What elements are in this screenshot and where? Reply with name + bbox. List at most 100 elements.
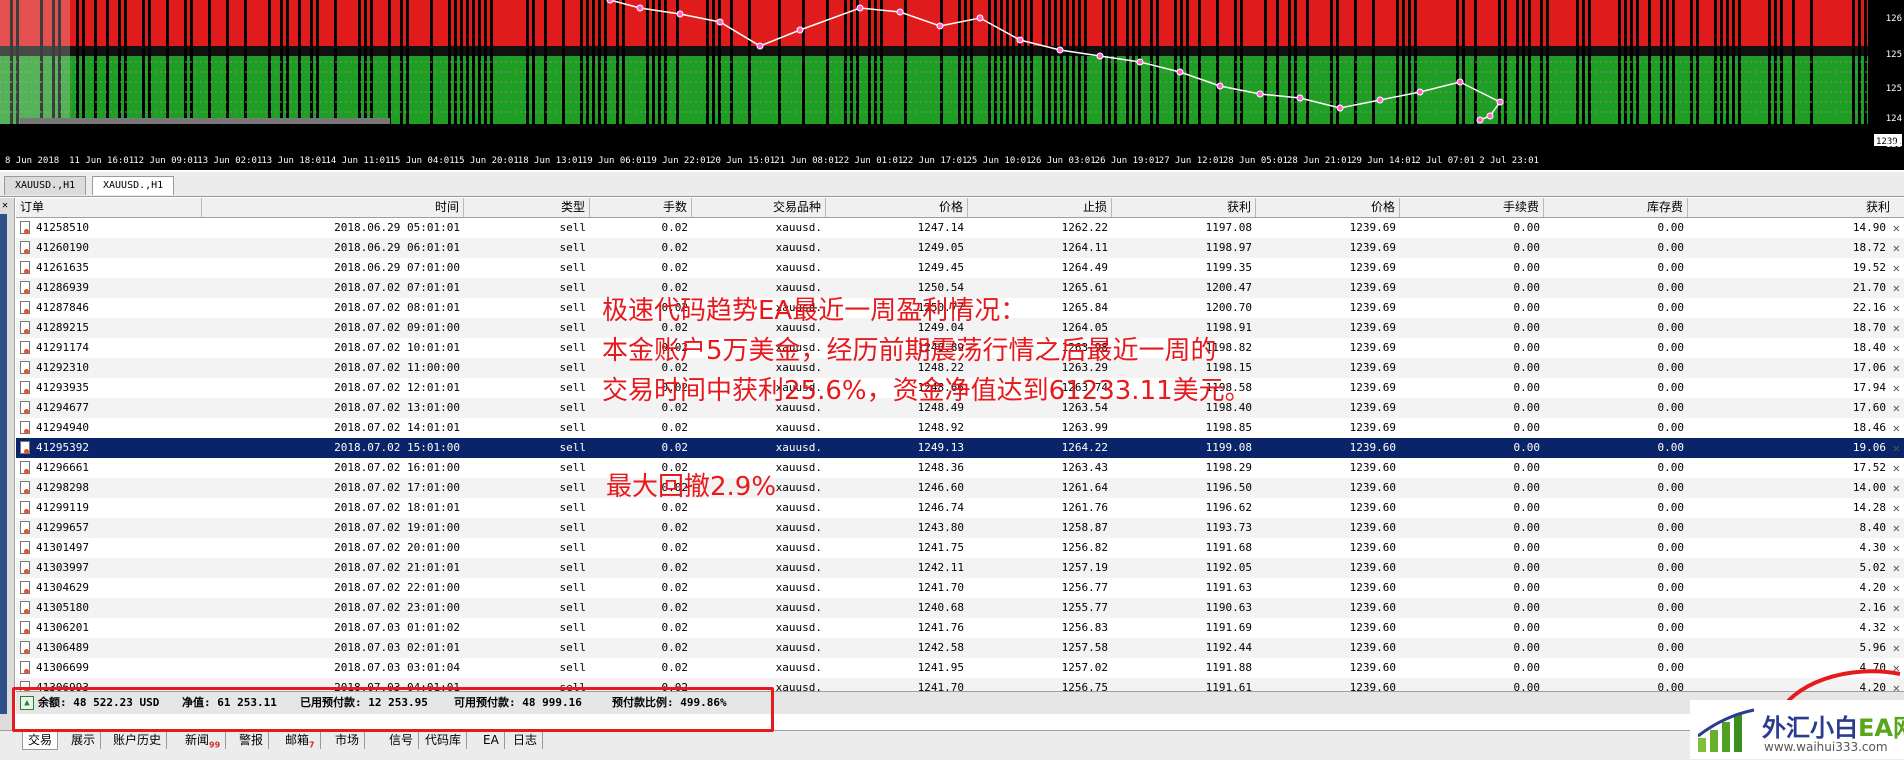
- close-order-icon[interactable]: ✕: [1893, 498, 1900, 518]
- close-order-icon[interactable]: ✕: [1893, 298, 1900, 318]
- close-order-icon[interactable]: ✕: [1893, 618, 1900, 638]
- time-label: 15 Jun 04:01: [389, 156, 455, 166]
- cell-symbol: xauusd.: [775, 581, 822, 594]
- tab-3[interactable]: 账户历史: [108, 731, 168, 749]
- table-row[interactable]: 41298298 2018.07.02 17:01:00 sell 0.02 xauus…: [16, 478, 1904, 498]
- price-label: 126: [1885, 14, 1902, 24]
- close-order-icon[interactable]: ✕: [1893, 598, 1900, 618]
- close-order-icon[interactable]: ✕: [1893, 378, 1900, 398]
- tab-2[interactable]: 展示: [66, 731, 102, 749]
- tab-4[interactable]: 新闻99: [180, 731, 227, 750]
- close-order-icon[interactable]: ✕: [1893, 318, 1900, 338]
- close-order-icon[interactable]: ✕: [1893, 238, 1900, 258]
- time-label: 21 Jun 08:01: [774, 156, 840, 166]
- price-chart[interactable]: 1239.6 126 125 125 124 123 8 Jun 2018 11 Jun …: [0, 0, 1904, 170]
- tab-11[interactable]: 日志: [508, 731, 544, 749]
- table-row[interactable]: 41304629 2018.07.02 22:01:00 sell 0.02 xauus…: [16, 578, 1904, 598]
- cell-cur-price: 1239.69: [1349, 381, 1396, 394]
- terminal-side-stripe: [0, 214, 7, 714]
- cell-swap: 0.00: [1657, 281, 1685, 294]
- cell-cur-price: 1239.69: [1349, 401, 1396, 414]
- cell-symbol: xauusd.: [775, 521, 822, 534]
- time-label: 2 Jul 07:01: [1415, 156, 1475, 166]
- close-order-icon[interactable]: ✕: [1893, 358, 1900, 378]
- col-order[interactable]: 订单: [16, 198, 202, 217]
- cell-sl: 1255.77: [1061, 601, 1108, 614]
- table-row[interactable]: 41303997 2018.07.02 21:01:01 sell 0.02 xauus…: [16, 558, 1904, 578]
- table-row[interactable]: 41258510 2018.06.29 05:01:01 sell 0.02 xauus…: [16, 218, 1904, 238]
- table-row[interactable]: 41305180 2018.07.02 23:01:00 sell 0.02 xauus…: [16, 598, 1904, 618]
- stripe: [532, 0, 535, 124]
- col-commission[interactable]: 手续费: [1400, 198, 1544, 217]
- close-order-icon[interactable]: ✕: [1893, 338, 1900, 358]
- trade-marker: [1096, 52, 1104, 60]
- tab-badge: 99: [209, 740, 221, 750]
- stripe: [1462, 0, 1465, 124]
- stripe: [1102, 0, 1105, 124]
- table-row[interactable]: 41306699 2018.07.03 03:01:04 sell 0.02 xauus…: [16, 658, 1904, 678]
- cell-profit: 8.40: [1859, 521, 1887, 534]
- tab-1[interactable]: 交易: [22, 731, 59, 750]
- col-time[interactable]: 时间: [202, 198, 464, 217]
- tab-9[interactable]: 代码库: [420, 731, 468, 749]
- time-label: 11 Jun 16:01: [69, 156, 135, 166]
- col-cur-price[interactable]: 价格: [1256, 198, 1400, 217]
- col-tp[interactable]: 获利: [1112, 198, 1256, 217]
- cell-price: 1246.60: [917, 481, 964, 494]
- cell-type: sell: [559, 421, 587, 434]
- close-order-icon[interactable]: ✕: [1893, 418, 1900, 438]
- table-row[interactable]: 41296661 2018.07.02 16:01:00 sell 0.02 xauus…: [16, 458, 1904, 478]
- cell-profit: 18.72: [1852, 241, 1886, 254]
- time-label: 22 Jun 17:01: [902, 156, 968, 166]
- table-row[interactable]: 41294940 2018.07.02 14:01:01 sell 0.02 xauus…: [16, 418, 1904, 438]
- tab-5[interactable]: 警报: [234, 731, 270, 749]
- close-icon[interactable]: ✕: [2, 200, 8, 211]
- close-order-icon[interactable]: ✕: [1893, 518, 1900, 538]
- close-order-icon[interactable]: ✕: [1893, 478, 1900, 498]
- close-order-icon[interactable]: ✕: [1893, 538, 1900, 558]
- tab-10[interactable]: EA: [478, 731, 505, 749]
- close-order-icon[interactable]: ✕: [1893, 218, 1900, 238]
- col-sl[interactable]: 止损: [968, 198, 1112, 217]
- chart-tab-1[interactable]: XAUUSD.,H1: [4, 176, 87, 195]
- col-lots[interactable]: 手数: [590, 198, 692, 217]
- table-row[interactable]: 41306201 2018.07.03 01:01:02 sell 0.02 xauus…: [16, 618, 1904, 638]
- close-order-icon[interactable]: ✕: [1893, 398, 1900, 418]
- table-row[interactable]: 41295392 2018.07.02 15:01:00 sell 0.02 xauus…: [16, 438, 1904, 458]
- cell-price: 1242.58: [917, 641, 964, 654]
- close-order-icon[interactable]: ✕: [1893, 438, 1900, 458]
- cell-time: 2018.07.03 02:01:01: [334, 641, 460, 654]
- cell-commission: 0.00: [1513, 601, 1541, 614]
- table-row[interactable]: 41261635 2018.06.29 07:01:00 sell 0.02 xauus…: [16, 258, 1904, 278]
- cell-commission: 0.00: [1513, 421, 1541, 434]
- cell-order: 41293935: [36, 381, 89, 394]
- table-row[interactable]: 41260190 2018.06.29 06:01:01 sell 0.02 xauus…: [16, 238, 1904, 258]
- tab-7[interactable]: 市场: [330, 731, 366, 749]
- table-row[interactable]: 41306489 2018.07.03 02:01:01 sell 0.02 xauus…: [16, 638, 1904, 658]
- col-symbol[interactable]: 交易品种: [692, 198, 826, 217]
- table-row[interactable]: 41299657 2018.07.02 19:01:00 sell 0.02 xauus…: [16, 518, 1904, 538]
- cell-lots: 0.02: [661, 221, 689, 234]
- stripe: [1072, 0, 1075, 124]
- chart-tab-2[interactable]: XAUUSD.,H1: [92, 176, 175, 195]
- cell-commission: 0.00: [1513, 621, 1541, 634]
- close-order-icon[interactable]: ✕: [1893, 258, 1900, 278]
- tab-badge: 7: [309, 740, 315, 750]
- col-swap[interactable]: 库存费: [1544, 198, 1688, 217]
- close-order-icon[interactable]: ✕: [1893, 278, 1900, 298]
- trade-marker: [1296, 94, 1304, 102]
- cell-cur-price: 1239.69: [1349, 341, 1396, 354]
- table-row[interactable]: 41301497 2018.07.02 20:01:00 sell 0.02 xauus…: [16, 538, 1904, 558]
- close-order-icon[interactable]: ✕: [1893, 578, 1900, 598]
- table-row[interactable]: 41299119 2018.07.02 18:01:01 sell 0.02 xauus…: [16, 498, 1904, 518]
- table-row[interactable]: 41286939 2018.07.02 07:01:01 sell 0.02 xauus…: [16, 278, 1904, 298]
- close-order-icon[interactable]: ✕: [1893, 638, 1900, 658]
- tab-8[interactable]: 信号: [384, 731, 420, 749]
- col-type[interactable]: 类型: [464, 198, 590, 217]
- cell-lots: 0.02: [661, 641, 689, 654]
- col-price[interactable]: 价格: [826, 198, 968, 217]
- close-order-icon[interactable]: ✕: [1893, 458, 1900, 478]
- close-order-icon[interactable]: ✕: [1893, 558, 1900, 578]
- col-profit[interactable]: 获利: [1688, 198, 1904, 217]
- tab-6[interactable]: 邮箱7: [280, 731, 321, 749]
